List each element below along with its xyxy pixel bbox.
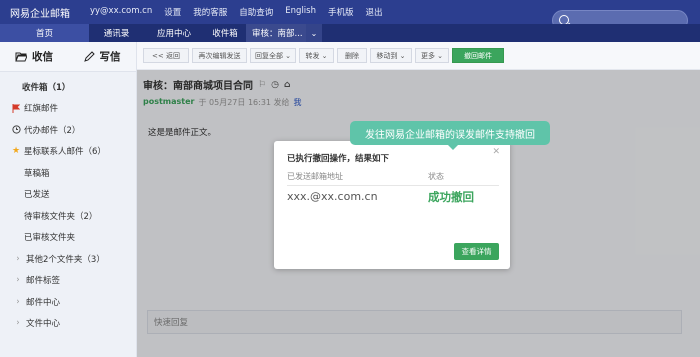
recall-result-dialog: 已执行撤回操作，结果如下 ✕ 已发送邮箱地址 状态 xxx.@xx.com.cn… bbox=[274, 141, 510, 269]
status-column-header: 状态 bbox=[428, 172, 444, 181]
close-icon[interactable]: ✕ bbox=[492, 147, 500, 157]
back-button[interactable]: << 返回 bbox=[143, 48, 189, 63]
sidebar-item-file-center[interactable]: › 文件中心 bbox=[0, 313, 136, 335]
chevron-right-icon: › bbox=[16, 296, 20, 307]
chevron-right-icon: › bbox=[16, 253, 20, 264]
view-details-button[interactable]: 查看详情 bbox=[454, 243, 499, 260]
recipient-address: xxx.@xx.com.cn bbox=[287, 190, 378, 203]
flag-icon bbox=[10, 103, 22, 113]
compose-label: 写信 bbox=[99, 51, 121, 63]
chevron-right-icon: › bbox=[16, 275, 20, 286]
mail-toolbar: << 返回 再次编辑发送 回复全部 ⌄ 转发 ⌄ 删除 移动到 ⌄ 更多 ⌄ 撤… bbox=[137, 42, 700, 70]
settings-link[interactable]: 设置 bbox=[164, 6, 181, 18]
sidebar-item-mail-center[interactable]: › 邮件中心 bbox=[0, 291, 136, 313]
recall-tooltip: 发往网易企业邮箱的误发邮件支持撤回 bbox=[350, 121, 550, 150]
sidebar-item-label: 草稿箱 bbox=[24, 168, 50, 179]
sidebar-item-label: 星标联系人邮件（6） bbox=[24, 147, 106, 158]
compose-button[interactable]: 写信 bbox=[68, 42, 136, 71]
tab-contacts[interactable]: 通讯录 bbox=[89, 24, 144, 42]
pen-icon bbox=[83, 51, 95, 62]
sidebar-item-label: 已发送 bbox=[24, 190, 50, 201]
sidebar-item-label: 邮件标签 bbox=[26, 276, 61, 287]
sidebar-item-label: 代办邮件（2） bbox=[24, 125, 81, 136]
address-column-header: 已发送邮箱地址 bbox=[287, 172, 343, 181]
top-bar: 网易企业邮箱 yy@xx.com.cn 设置 我的客服 自助查询 English… bbox=[0, 0, 700, 31]
sidebar-item-other-folders[interactable]: › 其他2个文件夹（3） bbox=[0, 248, 136, 270]
self-service-link[interactable]: 自助查询 bbox=[239, 6, 273, 18]
dialog-title: 已执行撤回操作，结果如下 bbox=[287, 154, 390, 164]
sidebar-item-label: 已审核文件夹 bbox=[24, 233, 76, 244]
sidebar-item-flagged[interactable]: 红旗邮件 bbox=[0, 98, 136, 120]
sidebar-item-sent[interactable]: 已发送 bbox=[0, 184, 136, 206]
chevron-down-icon[interactable]: ⌄ bbox=[306, 24, 322, 42]
receive-label: 收信 bbox=[32, 51, 53, 63]
support-link[interactable]: 我的客服 bbox=[193, 6, 227, 18]
clock-icon bbox=[10, 125, 22, 134]
sidebar-item-starred[interactable]: ★ 星标联系人邮件（6） bbox=[0, 141, 136, 163]
brand-logo: 网易企业邮箱 bbox=[10, 8, 70, 20]
forward-button[interactable]: 转发 ⌄ bbox=[299, 48, 334, 63]
top-links: yy@xx.com.cn 设置 我的客服 自助查询 English 手机版 退出 bbox=[90, 6, 383, 18]
more-button[interactable]: 更多 ⌄ bbox=[415, 48, 449, 63]
mobile-link[interactable]: 手机版 bbox=[328, 6, 354, 18]
tab-current-mail[interactable]: 审核：南部... bbox=[246, 24, 306, 42]
tab-apps[interactable]: 应用中心 bbox=[144, 24, 204, 42]
sidebar-item-reviewed[interactable]: 已审核文件夹 bbox=[0, 227, 136, 249]
delete-button[interactable]: 删除 bbox=[337, 48, 367, 63]
sidebar-item-label: 文件中心 bbox=[26, 319, 61, 330]
tab-home[interactable]: 首页 bbox=[0, 24, 89, 42]
sidebar-item-inbox[interactable]: 收件箱（1） bbox=[0, 76, 136, 98]
move-to-button[interactable]: 移动到 ⌄ bbox=[370, 48, 412, 63]
folder-open-icon bbox=[15, 52, 27, 61]
sidebar-item-tags[interactable]: › 邮件标签 bbox=[0, 270, 136, 292]
receive-button[interactable]: 收信 bbox=[0, 42, 68, 71]
sidebar: 收信 写信 收件箱（1） 红旗邮件 代办邮件（2） ★ 星标联系人邮件（6） 草稿… bbox=[0, 42, 137, 357]
sidebar-item-todo[interactable]: 代办邮件（2） bbox=[0, 119, 136, 141]
re-edit-button[interactable]: 再次编辑发送 bbox=[192, 48, 247, 63]
recall-button[interactable]: 撤回邮件 bbox=[452, 48, 504, 63]
sidebar-item-pending-review[interactable]: 待审核文件夹（2） bbox=[0, 205, 136, 227]
sidebar-item-label: 待审核文件夹（2） bbox=[24, 211, 98, 222]
reply-all-button[interactable]: 回复全部 ⌄ bbox=[250, 48, 296, 63]
star-icon: ★ bbox=[11, 146, 21, 157]
sidebar-item-label: 其他2个文件夹（3） bbox=[26, 254, 105, 265]
english-link[interactable]: English bbox=[285, 6, 316, 18]
recall-status: 成功撤回 bbox=[428, 190, 474, 204]
sidebar-item-drafts[interactable]: 草稿箱 bbox=[0, 162, 136, 184]
sidebar-item-label: 邮件中心 bbox=[26, 297, 61, 308]
logout-link[interactable]: 退出 bbox=[366, 6, 383, 18]
account-link[interactable]: yy@xx.com.cn bbox=[90, 6, 152, 18]
sidebar-item-label: 收件箱（1） bbox=[22, 82, 71, 93]
divider bbox=[287, 185, 499, 186]
sidebar-item-label: 红旗邮件 bbox=[24, 104, 59, 115]
tab-inbox[interactable]: 收件箱 bbox=[204, 24, 246, 42]
nav-tabs: 首页 通讯录 应用中心 收件箱 审核：南部... ⌄ bbox=[0, 24, 700, 42]
chevron-right-icon: › bbox=[16, 318, 20, 329]
